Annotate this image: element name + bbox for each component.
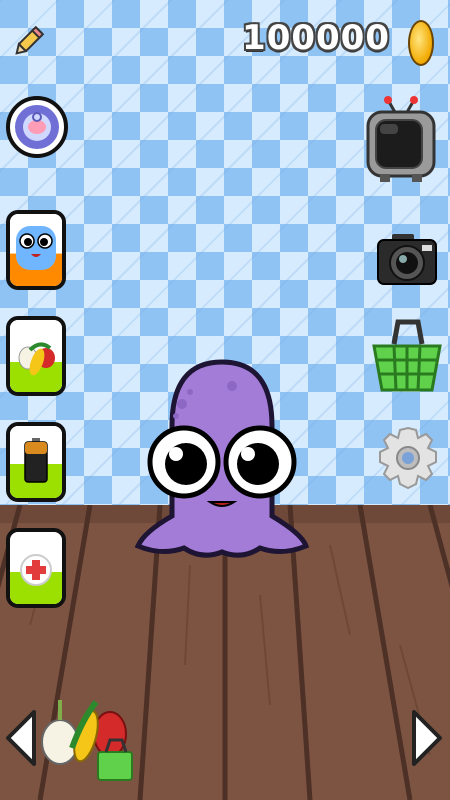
health-meter[interactable] — [6, 528, 66, 608]
coin-counter: 100000 — [242, 18, 390, 58]
battery-icon — [10, 426, 62, 498]
arrow-right-icon[interactable] — [410, 708, 444, 768]
vegetables-icon — [10, 320, 62, 392]
camera-icon[interactable] — [376, 230, 438, 288]
moy-face-icon — [10, 214, 62, 286]
food-meter[interactable] — [6, 316, 66, 396]
arrow-left-icon[interactable] — [4, 708, 38, 768]
medical-cross-icon — [10, 532, 62, 604]
pacifier-icon — [15, 105, 59, 149]
tv-icon[interactable] — [366, 96, 436, 186]
pencil-icon[interactable] — [10, 24, 46, 60]
pacifier-button[interactable] — [6, 96, 68, 158]
game-screen: 100000 — [0, 0, 450, 800]
gear-icon[interactable] — [376, 424, 440, 494]
moy-pet[interactable] — [132, 356, 312, 566]
energy-meter[interactable] — [6, 422, 66, 502]
kitchen-food-icon[interactable] — [38, 690, 140, 786]
gold-coin-icon — [408, 20, 434, 66]
mood-meter[interactable] — [6, 210, 66, 290]
basket-icon[interactable] — [372, 318, 442, 394]
